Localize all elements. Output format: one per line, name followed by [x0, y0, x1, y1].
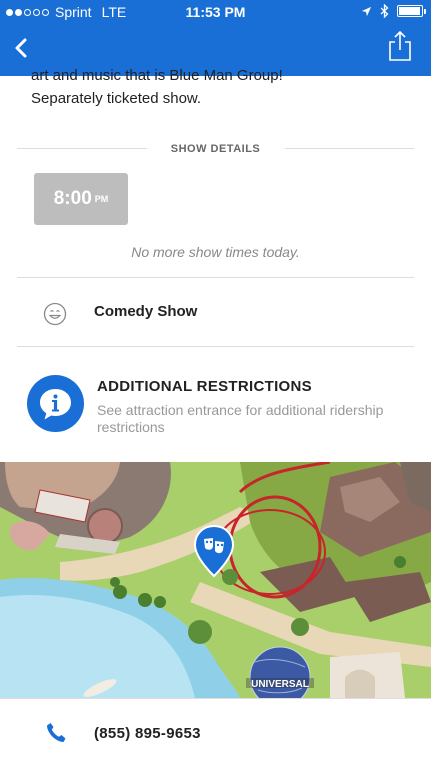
phone-icon	[47, 723, 66, 742]
show-time-ampm: PM	[94, 194, 109, 204]
show-description: art and music that is Blue Man Group! Se…	[31, 64, 411, 110]
back-button[interactable]	[8, 34, 36, 62]
phone-row[interactable]: (855) 895-9653	[0, 698, 431, 769]
globe-label: UNIVERSAL	[251, 679, 309, 690]
restrictions-text: See attraction entrance for additional r…	[97, 402, 384, 435]
additional-restrictions: ADDITIONAL RESTRICTIONS See attraction e…	[0, 360, 431, 450]
share-icon	[389, 30, 411, 61]
battery-icon	[397, 5, 426, 17]
chevron-left-icon	[15, 38, 27, 58]
bluetooth-icon	[380, 4, 389, 18]
show-time: 8:00	[53, 188, 92, 209]
status-right	[361, 4, 426, 18]
restrictions-title: ADDITIONAL RESTRICTIONS	[97, 378, 312, 395]
phone-number[interactable]: (855) 895-9653	[94, 725, 201, 742]
info-icon	[27, 375, 84, 432]
description-line-2: Separately ticketed show.	[31, 90, 202, 107]
location-arrow-icon	[361, 6, 372, 16]
show-time-button[interactable]: 8:00 PM	[34, 173, 128, 225]
status-bar: Sprint LTE 11:53 PM	[0, 0, 431, 26]
show-details-heading: SHOW DETAILS	[170, 143, 261, 155]
theater-masks-pin-icon[interactable]	[193, 524, 235, 578]
show-type-row: Comedy Show	[0, 278, 431, 346]
no-more-times-text: No more show times today.	[131, 244, 300, 260]
divider	[17, 346, 414, 347]
description-line-1: art and music that is Blue Man Group!	[31, 67, 283, 84]
smiley-icon	[43, 302, 67, 326]
show-type-label: Comedy Show	[94, 303, 198, 320]
share-button[interactable]	[387, 30, 413, 62]
park-map[interactable]: UNIVERSAL	[0, 462, 431, 698]
